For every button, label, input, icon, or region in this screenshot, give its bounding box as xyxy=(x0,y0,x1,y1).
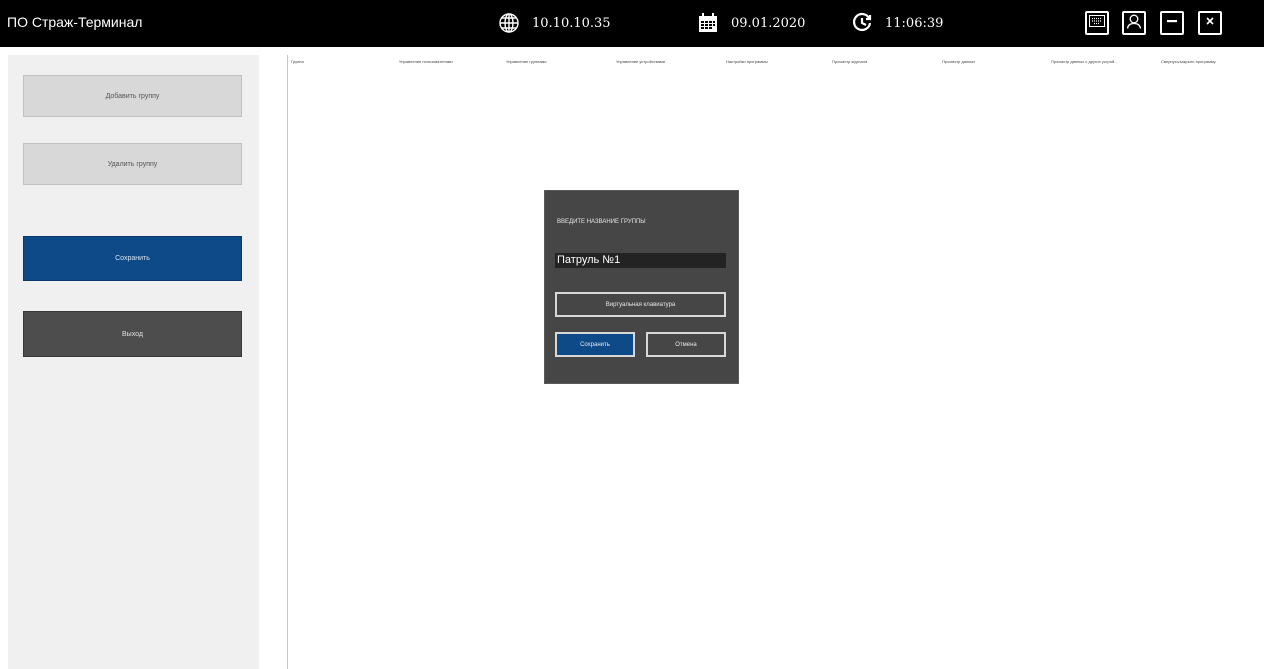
calendar-icon xyxy=(697,12,719,34)
column-header-view-data[interactable]: Просмотр данных xyxy=(939,55,1048,69)
user-button[interactable] xyxy=(1122,11,1146,35)
ip-indicator: 10.10.10.35 xyxy=(498,10,611,36)
close-icon xyxy=(1204,14,1216,32)
virtual-keyboard-label: Виртуальная клавиатура xyxy=(605,301,676,308)
add-group-button[interactable]: Добавить группу xyxy=(23,75,242,117)
date-indicator: 09.01.2020 xyxy=(697,10,805,36)
globe-icon xyxy=(498,12,520,34)
app-title: ПО Страж-Терминал xyxy=(7,14,143,30)
column-header-group-management[interactable]: Управление группами xyxy=(503,55,613,69)
clock-icon xyxy=(851,12,873,34)
current-date: 09.01.2020 xyxy=(731,15,806,31)
dialog-save-label: Сохранить xyxy=(580,341,610,348)
column-header-group[interactable]: Группа xyxy=(288,55,396,69)
group-name-dialog: ВВЕДИТЕ НАЗВАНИЕ ГРУППЫ Виртуальная клав… xyxy=(544,190,739,384)
dialog-cancel-button[interactable]: Отмена xyxy=(646,332,726,357)
exit-button[interactable]: Выход xyxy=(23,311,242,357)
groups-table: Группа Управление пользователями Управле… xyxy=(287,55,1264,669)
remove-group-button[interactable]: Удалить группу xyxy=(23,143,242,185)
dialog-save-button[interactable]: Сохранить xyxy=(555,332,635,357)
column-header-view-log[interactable]: Просмотр журнала xyxy=(829,55,939,69)
dialog-cancel-label: Отмена xyxy=(675,341,697,348)
sidebar: Добавить группу Удалить группу Сохранить… xyxy=(8,55,259,669)
remove-group-label: Удалить группу xyxy=(107,160,158,168)
user-icon xyxy=(1126,13,1142,34)
keyboard-icon xyxy=(1089,14,1105,32)
time-indicator: 11:06:39 xyxy=(851,10,943,36)
minimize-icon xyxy=(1166,14,1178,32)
dialog-prompt: ВВЕДИТЕ НАЗВАНИЕ ГРУППЫ xyxy=(557,219,646,225)
close-button[interactable] xyxy=(1198,11,1222,35)
keyboard-button[interactable] xyxy=(1085,11,1109,35)
save-button[interactable]: Сохранить xyxy=(23,236,242,281)
minimize-button[interactable] xyxy=(1160,11,1184,35)
top-bar: ПО Страж-Терминал 10.10.10.35 09.01.2020… xyxy=(0,0,1264,47)
column-header-minimize-close[interactable]: Свернуть/закрыть программу xyxy=(1158,55,1264,69)
column-header-program-settings[interactable]: Настройки программы xyxy=(723,55,829,69)
current-time: 11:06:39 xyxy=(885,15,944,31)
ip-address: 10.10.10.35 xyxy=(532,15,611,31)
column-header-view-other-devices[interactable]: Просмотр данных с других устрой... xyxy=(1048,55,1158,69)
save-label: Сохранить xyxy=(115,255,150,262)
exit-label: Выход xyxy=(122,330,143,338)
add-group-label: Добавить группу xyxy=(105,92,160,100)
table-header-row: Группа Управление пользователями Управле… xyxy=(288,55,1264,69)
column-header-device-management[interactable]: Управление устройствами xyxy=(613,55,723,69)
group-name-input[interactable] xyxy=(555,253,726,268)
column-header-user-management[interactable]: Управление пользователями xyxy=(396,55,503,69)
virtual-keyboard-button[interactable]: Виртуальная клавиатура xyxy=(555,292,726,317)
